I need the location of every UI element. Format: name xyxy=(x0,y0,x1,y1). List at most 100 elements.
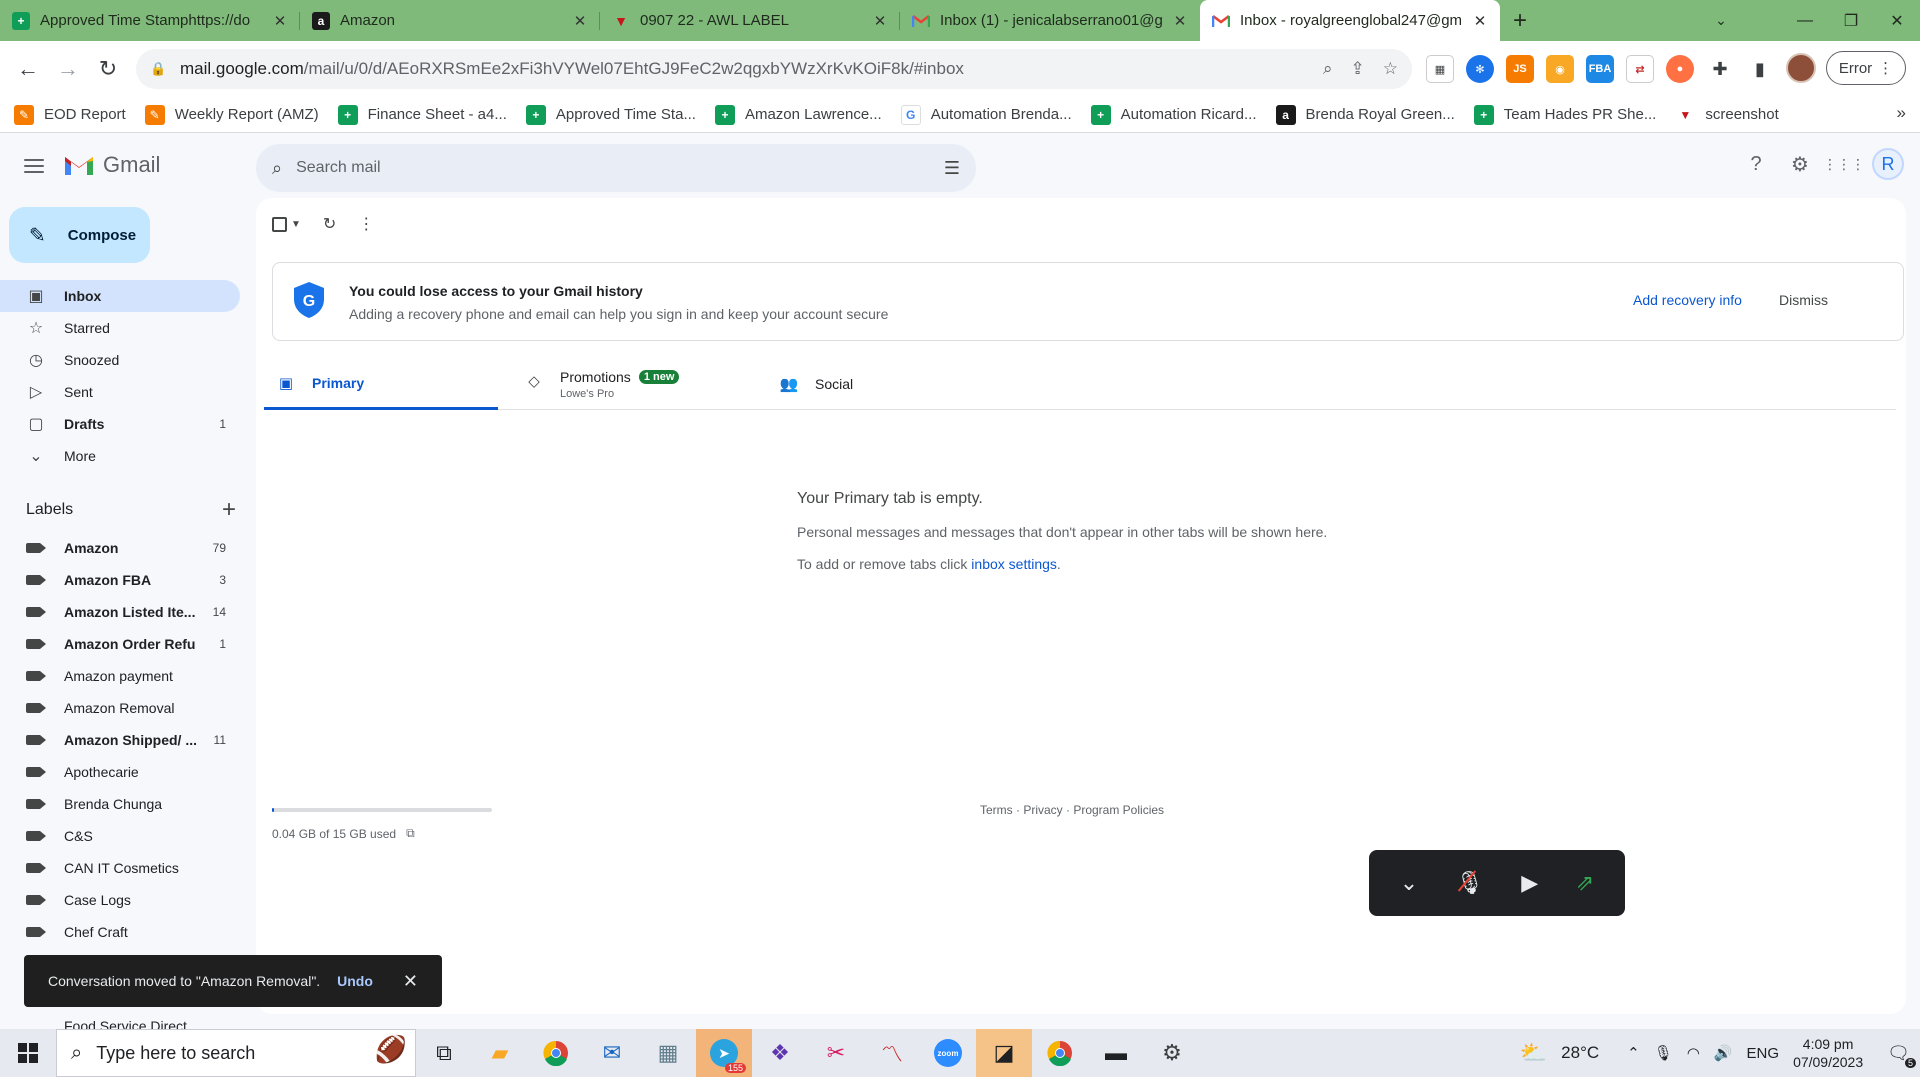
add-recovery-info-button[interactable]: Add recovery info xyxy=(1633,292,1742,308)
weather-icon[interactable]: ⛅ xyxy=(1520,1040,1547,1066)
sidebar-item-more[interactable]: ⌄ More xyxy=(0,440,240,472)
js-extension-icon[interactable]: JS xyxy=(1506,55,1534,83)
telegram-icon[interactable]: ➤ 155 xyxy=(696,1029,752,1077)
label-item[interactable]: Apothecarie xyxy=(0,756,240,788)
activity-app-icon[interactable]: 〽 xyxy=(864,1029,920,1077)
undo-button[interactable]: Undo xyxy=(337,973,373,989)
lock-icon[interactable]: 🔒 xyxy=(150,61,166,77)
reload-icon[interactable]: ↻ xyxy=(88,49,128,89)
apps-icon[interactable]: ⋮⋮⋮ xyxy=(1823,148,1865,180)
help-icon[interactable]: ? xyxy=(1740,148,1772,180)
back-icon[interactable]: ← xyxy=(8,49,48,89)
label-item[interactable]: Amazon payment xyxy=(0,660,240,692)
open-in-new-icon[interactable]: ⧉ xyxy=(406,826,415,841)
label-item[interactable]: Amazon Order Refu... 1 xyxy=(0,628,240,660)
mic-off-icon[interactable]: 🎙 xyxy=(1456,870,1484,896)
close-window-icon[interactable]: ✕ xyxy=(1874,0,1920,41)
taskbar-search[interactable]: ⌕ Type here to search 🏈 xyxy=(56,1029,416,1077)
share-screen-icon[interactable]: ⇗ xyxy=(1576,870,1594,896)
qr-extension-icon[interactable]: ▦ xyxy=(1426,55,1454,83)
restore-icon[interactable]: ❐ xyxy=(1828,0,1874,41)
account-avatar[interactable]: R xyxy=(1872,148,1904,180)
chevron-up-icon[interactable]: ⌃ xyxy=(1627,1044,1640,1062)
label-item[interactable]: Amazon 79 xyxy=(0,532,240,564)
language-indicator[interactable]: ENG xyxy=(1747,1045,1780,1062)
label-item[interactable]: Amazon Removal xyxy=(0,692,240,724)
url-text[interactable]: mail.google.com/mail/u/0/d/AEoRXRSmEe2xF… xyxy=(180,59,1323,79)
sidebar-item-drafts[interactable]: ▢ Drafts 1 xyxy=(0,408,240,440)
extension-icon[interactable]: ✻ xyxy=(1466,55,1494,83)
bookmark-item[interactable]: + Team Hades PR She... xyxy=(1473,104,1656,125)
label-item[interactable]: Amazon Shipped/ ... 11 xyxy=(0,724,240,756)
tab-social[interactable]: 👥 Social xyxy=(779,358,1009,410)
bookmark-item[interactable]: ✎ EOD Report xyxy=(14,104,126,125)
close-icon[interactable]: ✕ xyxy=(1172,12,1188,30)
sidebar-item-sent[interactable]: ▷ Sent xyxy=(0,376,240,408)
bookmark-item[interactable]: + Approved Time Sta... xyxy=(525,104,696,125)
zoom-icon[interactable]: zoom xyxy=(920,1029,976,1077)
bookmark-item[interactable]: + Automation Ricard... xyxy=(1090,104,1257,125)
zoom-icon[interactable]: ⌕ xyxy=(1323,59,1333,79)
bookmark-item[interactable]: G Automation Brenda... xyxy=(900,104,1072,125)
refresh-icon[interactable]: ↻ xyxy=(323,214,336,234)
profile-avatar[interactable] xyxy=(1786,53,1816,83)
minimize-icon[interactable]: — xyxy=(1782,0,1828,41)
bookmark-item[interactable]: a Brenda Royal Green... xyxy=(1275,104,1455,125)
extension-icon[interactable]: ⇄ xyxy=(1626,55,1654,83)
bookmark-star-icon[interactable]: ☆ xyxy=(1383,59,1398,79)
chevron-down-icon[interactable]: ⌄ xyxy=(1400,870,1418,896)
copilot-icon[interactable]: ❖ xyxy=(752,1029,808,1077)
bookmark-item[interactable]: + Finance Sheet - a4... xyxy=(337,104,507,125)
side-panel-icon[interactable]: ▮ xyxy=(1746,55,1774,83)
add-label-icon[interactable]: + xyxy=(222,496,236,524)
wifi-icon[interactable]: ◠ xyxy=(1687,1044,1700,1062)
label-item[interactable]: CAN IT Cosmetics xyxy=(0,852,240,884)
microphone-icon[interactable]: 🎙 xyxy=(1654,1044,1673,1062)
snipping-tool-icon[interactable]: ✂ xyxy=(808,1029,864,1077)
chrome-profile-icon[interactable] xyxy=(1032,1029,1088,1077)
main-menu-icon[interactable] xyxy=(20,152,48,180)
label-item[interactable]: Case Logs xyxy=(0,884,240,916)
tab-promotions[interactable]: ◇ Promotions 1 new Lowe's Pro xyxy=(524,358,754,410)
sidebar-item-inbox[interactable]: ▣ Inbox xyxy=(0,280,240,312)
compose-button[interactable]: ✎ Compose xyxy=(9,207,150,263)
select-all-checkbox[interactable]: ▼ xyxy=(272,216,301,232)
close-icon[interactable]: ✕ xyxy=(272,12,288,30)
label-item[interactable]: Amazon Listed Ite... 14 xyxy=(0,596,240,628)
browser-tab[interactable]: Inbox (1) - jenicalabserrano01@g ✕ xyxy=(900,0,1200,41)
search-icon[interactable]: ⌕ xyxy=(272,158,282,179)
mail-icon[interactable]: ✉ xyxy=(584,1029,640,1077)
extension-icon[interactable]: ◉ xyxy=(1546,55,1574,83)
fba-extension-icon[interactable]: FBA xyxy=(1586,55,1614,83)
file-explorer-icon[interactable]: ▰ xyxy=(472,1029,528,1077)
chrome-icon[interactable] xyxy=(528,1029,584,1077)
close-icon[interactable]: ✕ xyxy=(872,12,888,30)
notification-icon[interactable]: 🗨 5 xyxy=(1887,1043,1916,1068)
windows-start-icon[interactable] xyxy=(0,1029,56,1077)
search-input[interactable] xyxy=(296,159,944,177)
terminal-icon[interactable]: ▬ xyxy=(1088,1029,1144,1077)
search-bar[interactable]: ⌕ ☰ xyxy=(256,144,976,192)
profile-error-button[interactable]: Error ⋮ xyxy=(1826,51,1906,85)
browser-tab[interactable]: + Approved Time Stamphttps://do ✕ xyxy=(0,0,300,41)
label-item[interactable]: Amazon FBA 3 xyxy=(0,564,240,596)
sidebar-item-starred[interactable]: ☆ Starred xyxy=(0,312,240,344)
extension-icon[interactable]: ● xyxy=(1666,55,1694,83)
browser-tab[interactable]: ▼ 0907 22 - AWL LABEL ✕ xyxy=(600,0,900,41)
weather-temp[interactable]: 28°C xyxy=(1561,1043,1599,1063)
tab-search-icon[interactable]: ⌄ xyxy=(1698,0,1744,41)
sidebar-item-snoozed[interactable]: ◷ Snoozed xyxy=(0,344,240,376)
close-icon[interactable]: ✕ xyxy=(1472,12,1488,30)
gear-icon[interactable]: ⚙ xyxy=(1784,148,1816,180)
calculator-icon[interactable]: ▦ xyxy=(640,1029,696,1077)
label-item[interactable]: Brenda Chunga xyxy=(0,788,240,820)
forward-icon[interactable]: → xyxy=(48,49,88,89)
clock[interactable]: 4:09 pm 07/09/2023 xyxy=(1793,1035,1863,1071)
video-camera-icon[interactable]: ▶ xyxy=(1521,870,1538,896)
address-bar[interactable]: 🔒 mail.google.com/mail/u/0/d/AEoRXRSmEe2… xyxy=(136,49,1412,89)
new-tab-button[interactable]: + xyxy=(1500,0,1540,41)
gmail-logo[interactable]: Gmail xyxy=(63,152,160,178)
volume-icon[interactable]: 🔊 xyxy=(1714,1044,1733,1062)
bookmark-item[interactable]: ✎ Weekly Report (AMZ) xyxy=(144,104,319,125)
close-icon[interactable]: ✕ xyxy=(403,971,418,992)
